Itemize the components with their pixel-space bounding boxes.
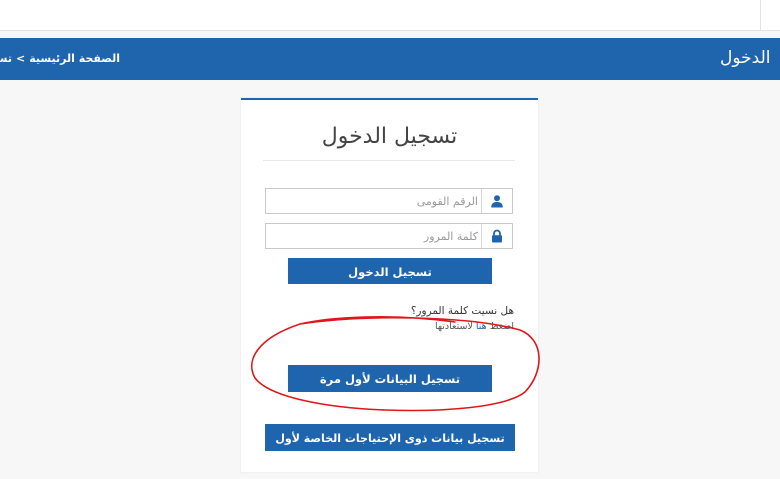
breadcrumb-separator: > [15,52,26,65]
forgot-password: هل نسيت كلمة المرور؟ اضغط هنا لاستعادتها [411,303,514,335]
page-title: الدخول [720,48,771,68]
breadcrumb-current: تسج [0,52,12,65]
first-time-registration-button[interactable]: تسجيل البيانات لأول مرة [288,365,492,392]
password-input[interactable] [266,224,482,248]
page-banner: الدخول الصفحة الرئيسية>تسج [0,38,780,80]
top-strip-divider [760,0,761,30]
top-strip [0,0,780,31]
forgot-link-suffix: لاستعادتها [434,321,473,332]
breadcrumb: الصفحة الرئيسية>تسج [0,38,120,80]
login-button[interactable]: تسجيل الدخول [288,258,492,284]
breadcrumb-home[interactable]: الصفحة الرئيسية [29,52,120,65]
special-needs-registration-button[interactable]: تسجيل بيانات ذوى الإحتياجات الخاصة لأول … [265,424,515,472]
forgot-link-line: اضغط هنا لاستعادتها [411,319,514,335]
national-id-input[interactable] [266,189,482,213]
national-id-field[interactable] [265,188,513,214]
forgot-here-link[interactable]: هنا [476,321,487,332]
forgot-link-prefix: اضغط [489,321,514,332]
password-field[interactable] [265,223,513,249]
lock-icon [481,224,512,248]
user-icon [481,189,512,213]
login-panel: تسجيل الدخول تسجيل الدخول هل نسيت كلمة ا… [241,98,538,472]
heading-divider [263,160,515,161]
login-heading: تسجيل الدخول [321,124,458,149]
forgot-question: هل نسيت كلمة المرور؟ [410,305,514,317]
